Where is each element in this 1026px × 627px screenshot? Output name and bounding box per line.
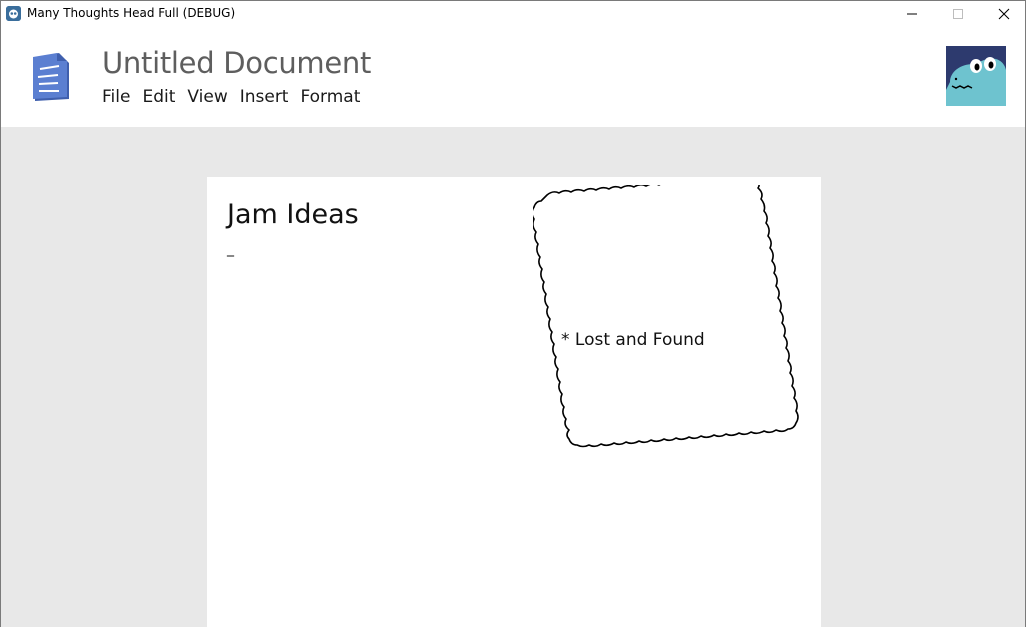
document-icon [29, 51, 73, 107]
menu-insert[interactable]: Insert [240, 87, 289, 107]
document-title[interactable]: Untitled Document [102, 46, 371, 80]
window-title: Many Thoughts Head Full (DEBUG) [27, 6, 236, 20]
document-workspace: Jam Ideas _ * Lost and Found [1, 127, 1025, 627]
title-bar[interactable]: Many Thoughts Head Full (DEBUG) [1, 1, 1025, 27]
minimize-button[interactable] [889, 1, 935, 27]
maximize-icon [953, 9, 963, 19]
menu-edit[interactable]: Edit [142, 87, 175, 107]
menu-bar: File Edit View Insert Format [102, 87, 372, 107]
thought-cloud[interactable]: * Lost and Found [533, 185, 811, 475]
minimize-icon [907, 13, 917, 15]
text-cursor: _ [227, 241, 234, 257]
page-heading[interactable]: Jam Ideas [227, 199, 359, 230]
close-icon [998, 8, 1010, 20]
maximize-button[interactable] [935, 1, 981, 27]
menu-file[interactable]: File [102, 87, 130, 107]
menu-format[interactable]: Format [300, 87, 360, 107]
document-page[interactable]: Jam Ideas _ * Lost and Found [207, 177, 821, 627]
dinosaur-avatar[interactable] [946, 46, 1006, 106]
app-icon [6, 6, 21, 21]
app-window: Many Thoughts Head Full (DEBUG) Untitled… [0, 0, 1026, 627]
app-header: Untitled Document File Edit View Insert … [1, 27, 1025, 127]
cloud-idea-text[interactable]: * Lost and Found [561, 330, 705, 350]
close-button[interactable] [981, 1, 1026, 27]
menu-view[interactable]: View [187, 87, 227, 107]
